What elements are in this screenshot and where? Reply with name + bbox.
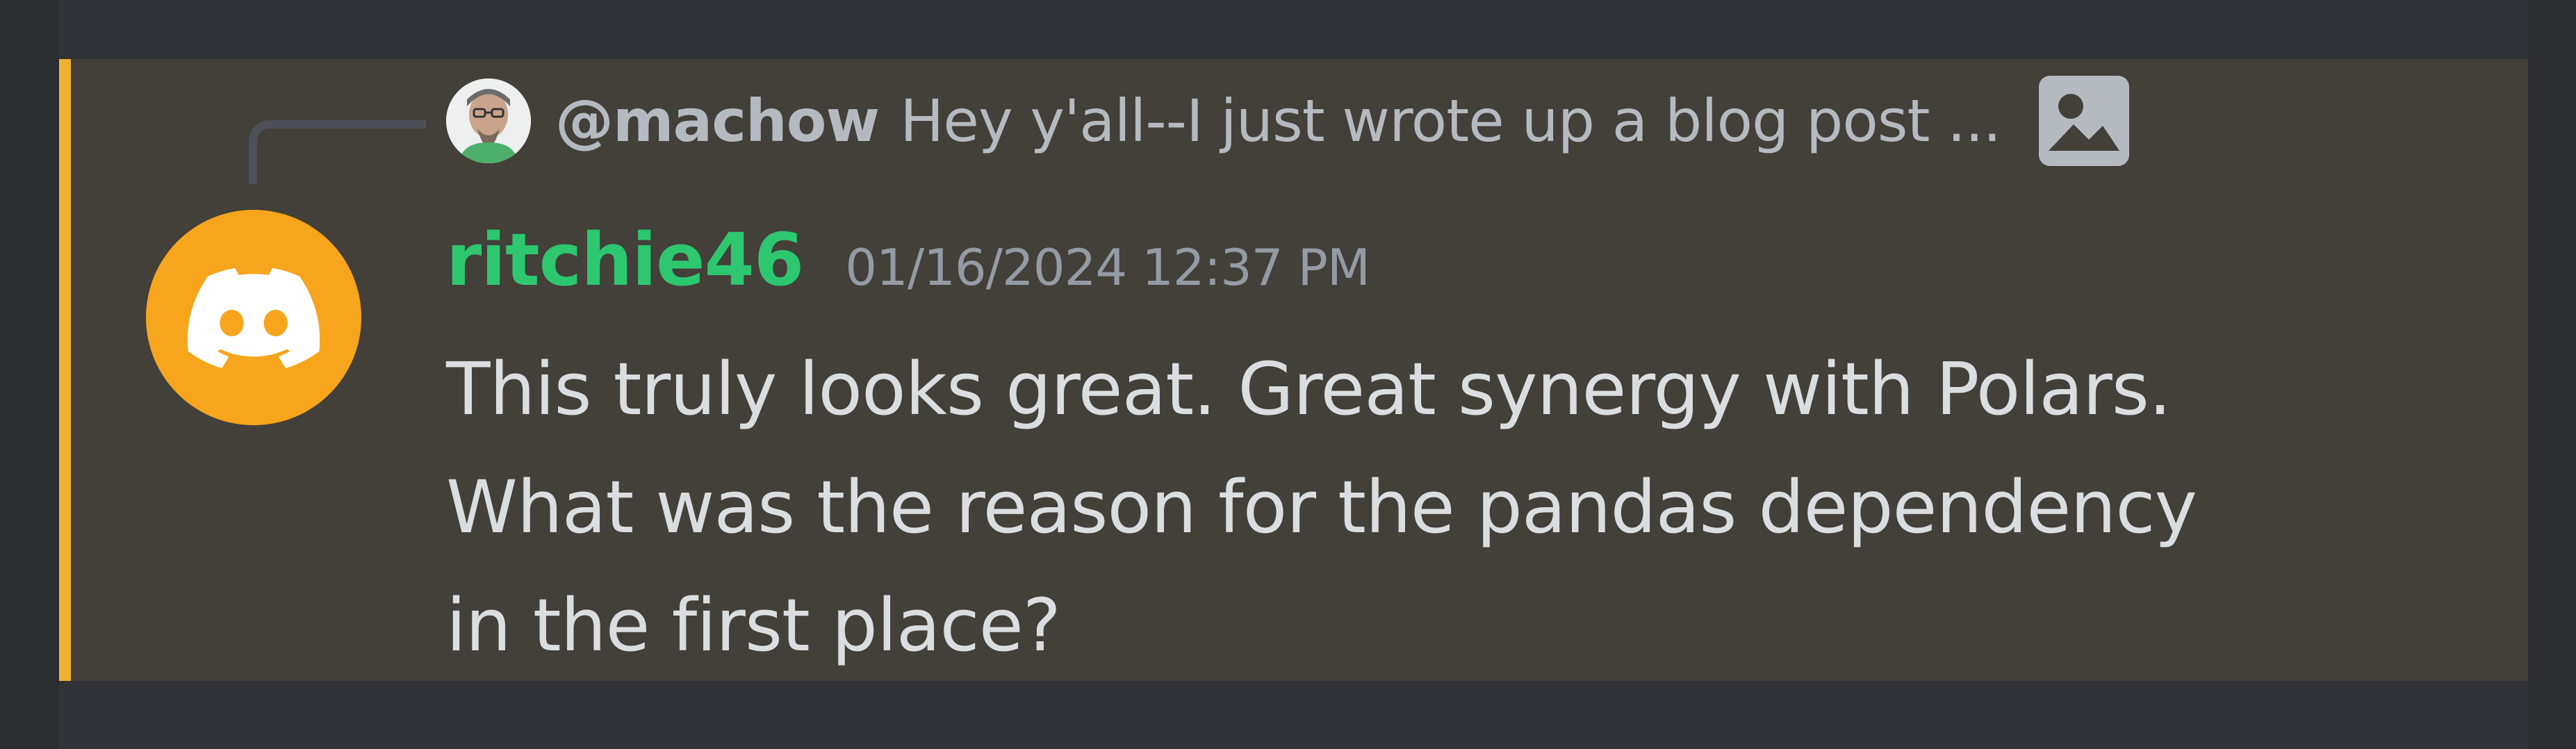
message-content-line: in the first place? (446, 583, 1061, 668)
message-username[interactable]: ritchie46 (446, 217, 804, 302)
message-content: This truly looks great. Great synergy wi… (446, 330, 2322, 684)
message-content-line: This truly looks great. Great synergy wi… (446, 347, 2172, 431)
message-header: ritchie46 01/16/2024 12:37 PM (446, 217, 1370, 302)
right-gutter (2528, 0, 2576, 749)
reply-author[interactable]: @machow (555, 87, 880, 155)
message-content-line: What was the reason for the pandas depen… (446, 465, 2197, 550)
reply-avatar[interactable] (446, 79, 531, 163)
user-avatar-icon (446, 79, 531, 163)
reply-connector (249, 120, 426, 184)
image-icon (2039, 76, 2130, 166)
author-avatar[interactable] (146, 210, 361, 425)
chat-message[interactable]: @machow Hey y'all--I just wrote up a blo… (59, 59, 2528, 681)
reply-reference[interactable]: @machow Hey y'all--I just wrote up a blo… (446, 76, 2130, 166)
discord-logo-icon (188, 268, 320, 368)
reply-preview-text[interactable]: Hey y'all--I just wrote up a blog post .… (900, 87, 2001, 155)
message-timestamp[interactable]: 01/16/2024 12:37 PM (845, 238, 1370, 297)
mention-highlight-bar (59, 59, 71, 681)
left-gutter (0, 0, 59, 749)
